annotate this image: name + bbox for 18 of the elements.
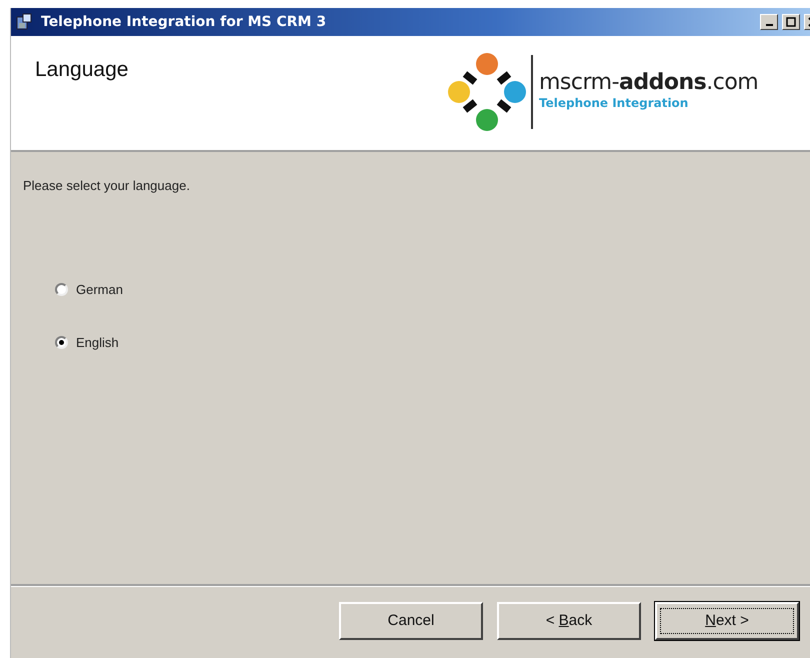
radio-button[interactable] — [55, 336, 68, 350]
logo-subtitle: Telephone Integration — [539, 95, 690, 112]
radio-label[interactable]: English — [76, 333, 119, 352]
page-title: Language — [35, 57, 128, 83]
app-icon — [15, 13, 33, 31]
logo-text: mscrm-addons.com — [539, 72, 758, 94]
radio-label[interactable]: German — [76, 280, 123, 299]
maximize-button[interactable] — [782, 14, 800, 30]
maximize-icon — [786, 17, 796, 28]
instruction-text: Please select your language. — [23, 177, 191, 195]
window-title: Telephone Integration for MS CRM 3 — [41, 12, 326, 32]
minimize-icon — [766, 24, 772, 26]
radio-button[interactable] — [55, 282, 68, 296]
wizard-button[interactable]: < Back — [497, 602, 641, 640]
minimize-button[interactable] — [760, 14, 778, 30]
wizard-button[interactable]: Next > — [655, 602, 799, 640]
wizard-button[interactable]: Cancel — [339, 602, 483, 640]
logo-icon — [445, 50, 529, 134]
